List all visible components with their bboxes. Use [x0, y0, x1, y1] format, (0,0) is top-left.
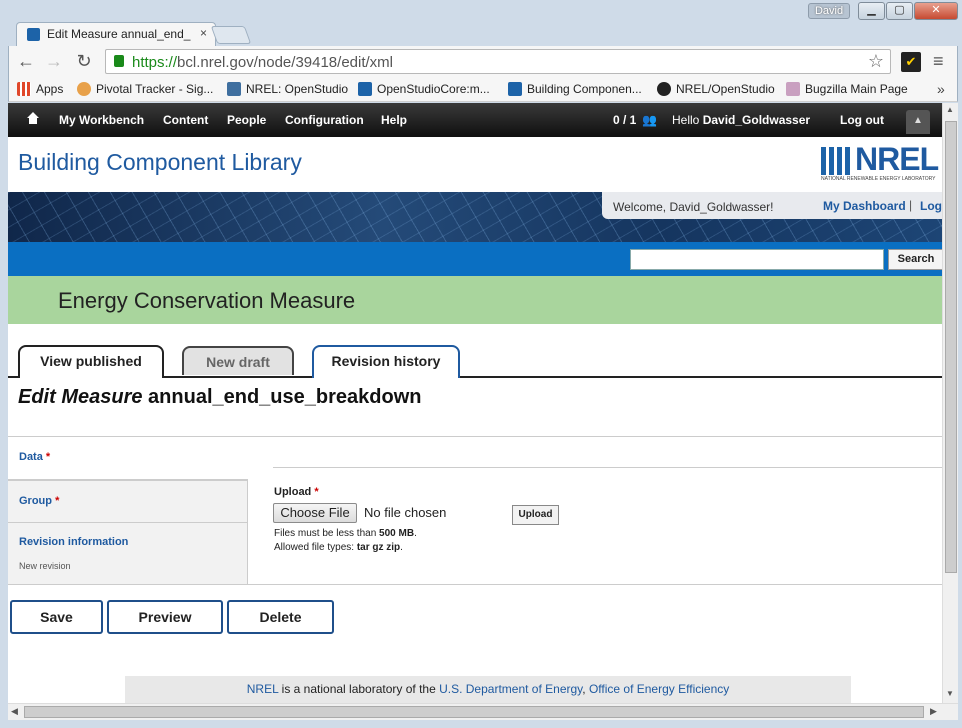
- bookmarks-bar: Apps Pivotal Tracker - Sig... NREL: Open…: [8, 78, 958, 102]
- browser-toolbar: ← → ↻ https://bcl.nrel.gov/node/39418/ed…: [8, 46, 958, 78]
- site-header: Building Component Library NREL NATIONAL…: [8, 137, 942, 192]
- admin-help[interactable]: Help: [381, 113, 407, 127]
- address-bar[interactable]: https://bcl.nrel.gov/node/39418/edit/xml…: [105, 49, 891, 74]
- bookmark-openstudiocore[interactable]: OpenStudioCore:m...: [358, 82, 490, 96]
- preview-button[interactable]: Preview: [107, 600, 223, 634]
- scroll-down-icon[interactable]: ▼: [946, 689, 954, 698]
- welcome-logout-link[interactable]: Log: [920, 199, 942, 213]
- search-bar: Search: [8, 242, 942, 276]
- new-tab-button[interactable]: [210, 26, 252, 44]
- nrel-mark-icon: [821, 147, 853, 175]
- search-input[interactable]: [630, 249, 884, 270]
- bookmark-star-icon[interactable]: ☆: [868, 51, 884, 72]
- scroll-left-icon[interactable]: ◀: [11, 706, 18, 717]
- bugzilla-icon: [786, 82, 800, 96]
- save-button[interactable]: Save: [10, 600, 103, 634]
- nrel-logo[interactable]: NREL NATIONAL RENEWABLE ENERGY LABORATOR…: [821, 141, 942, 185]
- home-icon[interactable]: [26, 111, 40, 125]
- horizontal-scroll-thumb[interactable]: [24, 706, 924, 718]
- scroll-right-icon[interactable]: ▶: [930, 706, 937, 717]
- page-viewport: My Workbench Content People Configuratio…: [8, 103, 942, 703]
- hello-user: Hello David_Goldwasser: [672, 113, 811, 127]
- profile-badge[interactable]: David: [808, 3, 850, 19]
- bookmark-nrel-openstudio[interactable]: NREL: OpenStudio: [227, 82, 348, 96]
- vtab-data[interactable]: Data *: [8, 437, 248, 480]
- admin-content[interactable]: Content: [163, 113, 208, 127]
- vertical-scroll-thumb[interactable]: [945, 121, 957, 573]
- users-icon: 👥: [642, 113, 657, 127]
- openstudio-core-icon: [358, 82, 372, 96]
- tab-title: Edit Measure annual_end_: [47, 27, 191, 41]
- bookmark-bcl[interactable]: Building Componen...: [508, 82, 642, 96]
- site-name-link[interactable]: Building Component Library: [18, 149, 302, 176]
- upload-label: Upload *: [274, 486, 319, 498]
- choose-file-button[interactable]: Choose File: [273, 503, 357, 523]
- admin-people[interactable]: People: [227, 113, 266, 127]
- page-title: Edit Measure annual_end_use_breakdown: [18, 386, 422, 408]
- url-text: https://bcl.nrel.gov/node/39418/edit/xml: [132, 54, 394, 71]
- bcl-favicon-icon: [27, 28, 40, 41]
- bcl-icon: [508, 82, 522, 96]
- tab-view-published[interactable]: View published: [18, 345, 164, 378]
- footer-doe-link[interactable]: U.S. Department of Energy: [439, 682, 582, 696]
- vertical-tabs: Data * Group * Revision information New …: [8, 436, 942, 585]
- file-types-hint: Allowed file types: tar gz zip.: [274, 542, 403, 553]
- github-icon: [657, 82, 671, 96]
- revision-summary: New revision: [19, 561, 71, 571]
- file-size-hint: Files must be less than 500 MB.: [274, 528, 417, 539]
- search-button[interactable]: Search: [888, 249, 942, 270]
- back-icon[interactable]: ←: [15, 50, 37, 72]
- browser-window: David ▁ ▢ ✕ Edit Measure annual_end_ × ←…: [0, 0, 962, 728]
- maximize-button[interactable]: ▢: [886, 2, 913, 20]
- title-bar: David ▁ ▢ ✕: [0, 0, 962, 22]
- lock-icon: [114, 55, 124, 67]
- reload-icon[interactable]: ↻: [73, 50, 95, 72]
- admin-configuration[interactable]: Configuration: [285, 113, 364, 127]
- bookmarks-overflow-icon[interactable]: »: [937, 81, 945, 97]
- footer: NREL is a national laboratory of the U.S…: [125, 676, 851, 703]
- vtab-revision-information[interactable]: Revision information New revision: [8, 523, 248, 585]
- admin-my-workbench[interactable]: My Workbench: [59, 113, 144, 127]
- page-tabs: View published New draft Revision histor…: [8, 324, 942, 378]
- section-title: Energy Conservation Measure: [58, 288, 356, 313]
- vertical-scrollbar[interactable]: ▲ ▼: [942, 103, 958, 703]
- footer-eere-link[interactable]: Office of Energy Efficiency: [589, 682, 729, 696]
- form-actions: Save Preview Delete: [8, 584, 942, 644]
- section-header: Energy Conservation Measure: [8, 276, 942, 324]
- bookmark-apps[interactable]: Apps: [17, 82, 63, 96]
- tab-close-icon[interactable]: ×: [200, 26, 207, 40]
- data-pane: Upload * Choose File No file chosen Uplo…: [273, 467, 942, 585]
- bookmark-pivotal[interactable]: Pivotal Tracker - Sig...: [77, 82, 213, 96]
- pivotal-tracker-icon: [77, 82, 91, 96]
- upload-button[interactable]: Upload: [512, 505, 559, 525]
- vtab-group[interactable]: Group *: [8, 480, 248, 523]
- welcome-box: Welcome, David_Goldwasser! My Dashboard …: [602, 192, 942, 219]
- close-window-button[interactable]: ✕: [914, 2, 958, 20]
- toolbar-toggle-icon[interactable]: ▲: [906, 110, 930, 134]
- openstudio-icon: [227, 82, 241, 96]
- apps-grid-icon: [17, 82, 31, 96]
- tab-revision-history[interactable]: Revision history: [312, 345, 460, 378]
- welcome-separator: |: [909, 198, 913, 212]
- tab-strip: Edit Measure annual_end_ ×: [8, 22, 958, 46]
- forward-icon[interactable]: →: [43, 50, 65, 72]
- welcome-text: Welcome, David_Goldwasser!: [613, 200, 774, 214]
- bookmark-bugzilla[interactable]: Bugzilla Main Page: [786, 82, 908, 96]
- admin-logout-link[interactable]: Log out: [840, 113, 884, 127]
- minimize-button[interactable]: ▁: [858, 2, 885, 20]
- admin-toolbar: My Workbench Content People Configuratio…: [8, 103, 942, 137]
- online-users-count: 0 / 1: [613, 113, 637, 127]
- tab-new-draft[interactable]: New draft: [182, 346, 294, 375]
- my-dashboard-link[interactable]: My Dashboard: [823, 199, 906, 213]
- footer-nrel-link[interactable]: NREL: [247, 682, 279, 696]
- browser-menu-icon[interactable]: ≡: [933, 51, 944, 72]
- delete-button[interactable]: Delete: [227, 600, 334, 634]
- bookmark-github-openstudio[interactable]: NREL/OpenStudio: [657, 82, 775, 96]
- scroll-up-icon[interactable]: ▲: [946, 105, 954, 114]
- no-file-text: No file chosen: [364, 505, 447, 520]
- horizontal-scrollbar[interactable]: ◀ ▶: [8, 703, 958, 720]
- extension-icon[interactable]: ✔: [901, 52, 921, 72]
- browser-tab[interactable]: Edit Measure annual_end_ ×: [16, 22, 216, 46]
